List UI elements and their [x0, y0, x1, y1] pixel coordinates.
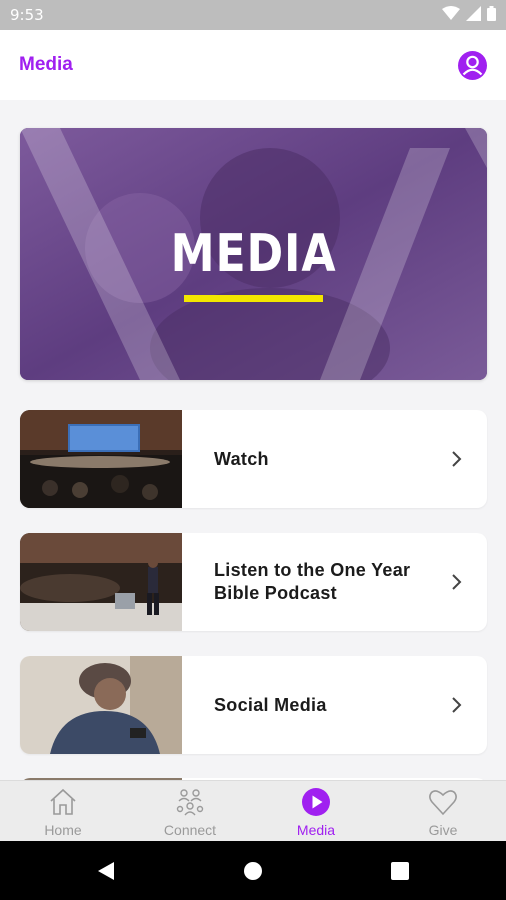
page-title: Media: [19, 54, 73, 75]
chevron-right-icon: [452, 451, 462, 467]
nav-connect[interactable]: Connect: [127, 781, 253, 842]
bottom-navigation: Home Connect Media Give: [0, 780, 506, 841]
list-item-social-media[interactable]: Social Media: [20, 656, 487, 754]
status-bar: 9:53: [0, 0, 506, 30]
signal-icon: [466, 6, 481, 21]
nav-label: Home: [44, 822, 82, 838]
recents-icon[interactable]: [391, 862, 409, 880]
social-media-thumbnail: [20, 656, 182, 754]
podcast-thumbnail: [20, 533, 182, 631]
home-icon: [50, 788, 76, 815]
profile-icon[interactable]: [458, 51, 487, 80]
nav-media[interactable]: Media: [253, 781, 379, 842]
connect-icon: [176, 789, 204, 816]
status-time: 9:53: [10, 6, 44, 24]
list-item-label: Listen to the One Year Bible Podcast: [214, 560, 411, 603]
hero-underline: [184, 295, 323, 302]
home-circle-icon[interactable]: [244, 862, 262, 880]
list-item-podcast[interactable]: Listen to the One Year Bible Podcast: [20, 533, 487, 631]
chevron-right-icon: [452, 697, 462, 713]
nav-home[interactable]: Home: [0, 781, 126, 842]
list-item-label: Watch: [214, 448, 269, 469]
status-icons: [442, 6, 496, 21]
watch-thumbnail: [20, 410, 182, 508]
nav-label: Media: [296, 822, 336, 838]
nav-label: Connect: [163, 822, 217, 838]
nav-label: Give: [428, 822, 458, 838]
chevron-right-icon: [452, 574, 462, 590]
nav-give[interactable]: Give: [380, 781, 506, 842]
system-navigation-bar: [0, 841, 506, 900]
back-icon[interactable]: [96, 861, 116, 881]
app-bar: Media: [0, 30, 506, 100]
media-content: MEDIA Watch Listen to the One Year Bible…: [0, 100, 506, 780]
list-item-label: Social Media: [214, 694, 327, 715]
media-hero-banner[interactable]: MEDIA: [20, 128, 487, 380]
hero-title: MEDIA: [170, 224, 337, 284]
wifi-icon: [442, 6, 460, 20]
battery-icon: [487, 6, 496, 21]
play-icon: [302, 788, 330, 816]
list-item-watch[interactable]: Watch: [20, 410, 487, 508]
heart-icon: [429, 790, 457, 816]
